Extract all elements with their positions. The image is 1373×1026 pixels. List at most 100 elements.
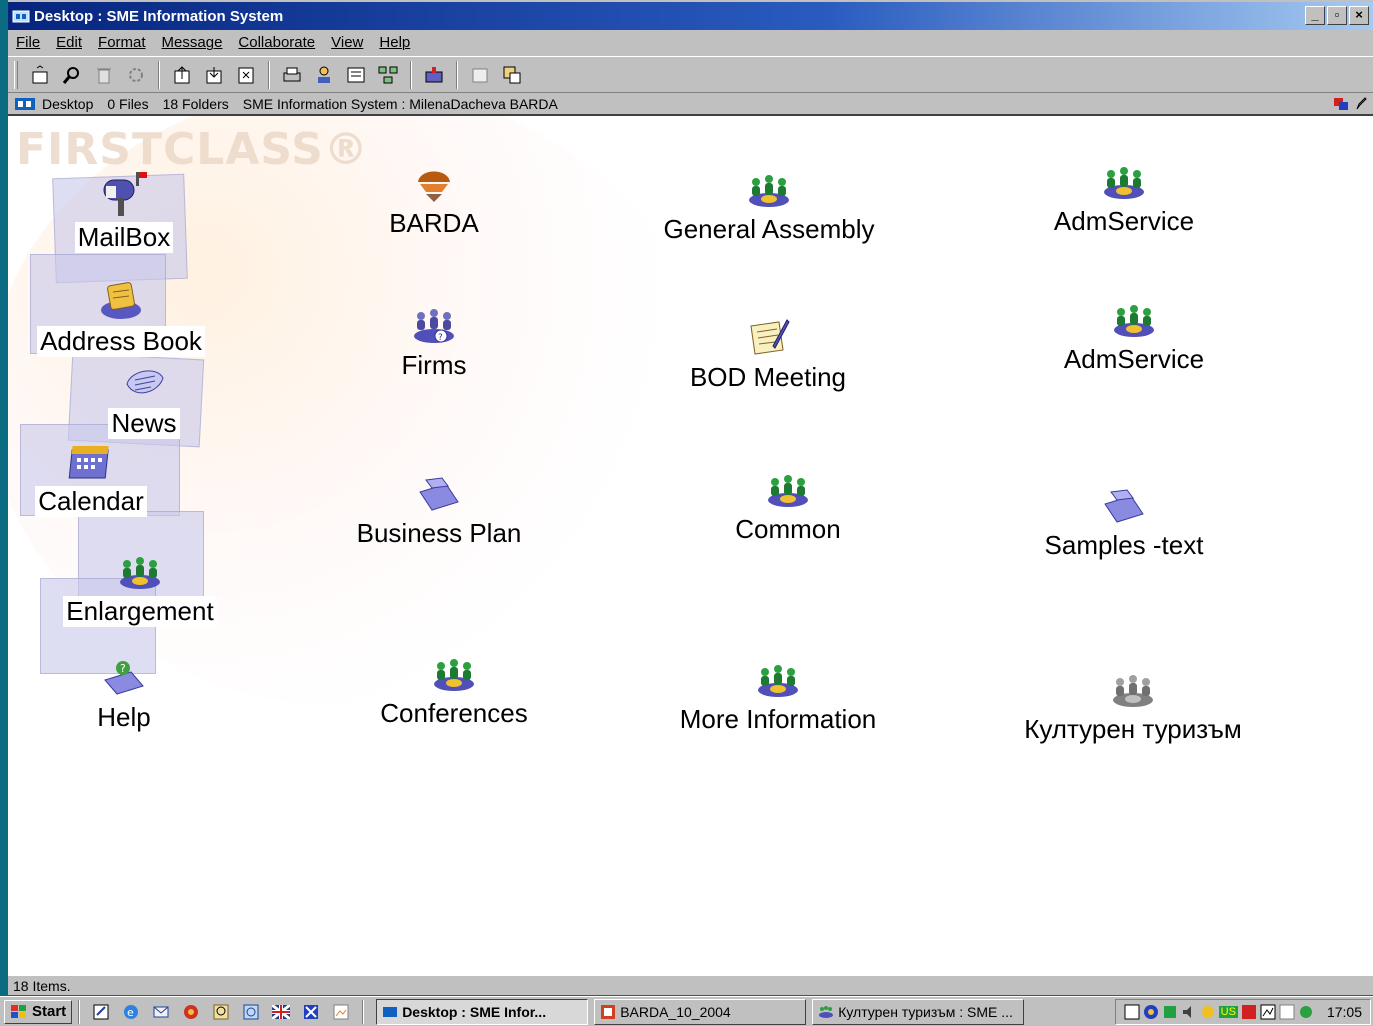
- help-item[interactable]: ? Help: [74, 658, 174, 733]
- user-icon[interactable]: [311, 62, 337, 88]
- clock[interactable]: 17:05: [1327, 1004, 1362, 1020]
- common-item[interactable]: Common: [688, 472, 888, 545]
- menu-help[interactable]: Help: [379, 34, 410, 51]
- general-assembly-item[interactable]: General Assembly: [644, 172, 894, 245]
- item-label: Help: [97, 702, 151, 732]
- tray-icon[interactable]: [1143, 1004, 1159, 1020]
- item-label: Common: [735, 514, 841, 544]
- history-icon[interactable]: [467, 62, 493, 88]
- online-icon[interactable]: [1333, 97, 1349, 111]
- toolbar-separator: [268, 60, 270, 89]
- find-icon[interactable]: [210, 1001, 232, 1023]
- network-icon[interactable]: [375, 62, 401, 88]
- trash-icon[interactable]: [91, 62, 117, 88]
- mailbox-item[interactable]: MailBox: [74, 172, 174, 253]
- search-icon[interactable]: [59, 62, 85, 88]
- toolbar-separator: [456, 60, 458, 89]
- server-user: SME Information System : MilenaDacheva B…: [242, 96, 558, 112]
- menu-format[interactable]: Format: [98, 34, 146, 51]
- toolbar-grip[interactable]: [14, 60, 18, 89]
- barda-item[interactable]: BARDA: [374, 164, 494, 239]
- media-player-icon[interactable]: [180, 1001, 202, 1023]
- conference-group-icon: [749, 175, 789, 207]
- calendar-item[interactable]: Calendar: [26, 442, 156, 517]
- language-indicator[interactable]: US: [1218, 1006, 1238, 1018]
- kulturen-turizam-item[interactable]: Културен туризъм: [998, 672, 1268, 745]
- admservice-item-2[interactable]: AdmService: [1034, 302, 1234, 375]
- tray-icon[interactable]: [1279, 1004, 1295, 1020]
- taskbar: Start e Desktop : SME Infor... BARDA_10_…: [0, 996, 1373, 1026]
- search-window-icon[interactable]: [240, 1001, 262, 1023]
- print-icon[interactable]: [279, 62, 305, 88]
- mailbox-tool-icon[interactable]: [421, 62, 447, 88]
- menu-bar: File Edit Format Message Collaborate Vie…: [8, 30, 1373, 55]
- taskbar-separator: [78, 999, 81, 1024]
- tray-icon[interactable]: [1124, 1004, 1140, 1020]
- attach-icon[interactable]: [499, 62, 525, 88]
- close-button[interactable]: ×: [1349, 6, 1369, 25]
- samples-text-item[interactable]: Samples -text: [1024, 484, 1224, 561]
- item-label: Enlargement: [63, 596, 217, 627]
- folder-icon: [1104, 489, 1144, 523]
- upload-icon[interactable]: [169, 62, 195, 88]
- network-app-icon[interactable]: [300, 1001, 322, 1023]
- desktop-icon: [383, 1006, 398, 1017]
- menu-file[interactable]: File: [16, 34, 40, 51]
- firms-group-icon: ?: [414, 309, 454, 343]
- calendar-icon: [68, 446, 109, 479]
- item-label: Културен туризъм: [1024, 714, 1242, 744]
- item-label: Calendar: [35, 486, 147, 517]
- edit-pencil-icon[interactable]: [1355, 97, 1367, 111]
- directory-icon[interactable]: [343, 62, 369, 88]
- news-item[interactable]: News: [94, 364, 194, 439]
- tray-icon[interactable]: [1241, 1004, 1257, 1020]
- task-label: Културен туризъм : SME ...: [838, 1003, 1013, 1020]
- more-information-item[interactable]: More Information: [658, 662, 898, 735]
- menu-message[interactable]: Message: [162, 34, 223, 51]
- enlargement-item[interactable]: Enlargement: [60, 554, 220, 627]
- menu-edit[interactable]: Edit: [56, 34, 82, 51]
- minimize-button[interactable]: _: [1305, 6, 1325, 25]
- notepad-icon[interactable]: [90, 1001, 112, 1023]
- restore-button[interactable]: ▫: [1327, 6, 1347, 25]
- tray-icon[interactable]: [1260, 1004, 1276, 1020]
- tray-icon[interactable]: [1298, 1004, 1314, 1020]
- menu-collaborate[interactable]: Collaborate: [238, 34, 315, 51]
- help-folder-icon: ?: [104, 661, 144, 695]
- item-label: Address Book: [37, 326, 205, 357]
- bod-meeting-item[interactable]: BOD Meeting: [668, 316, 868, 393]
- title-bar[interactable]: Desktop : SME Information System _ ▫ ×: [8, 2, 1373, 30]
- item-label: MailBox: [74, 222, 174, 253]
- download-icon[interactable]: [201, 62, 227, 88]
- conference-group-icon: [768, 475, 808, 507]
- start-button[interactable]: Start: [4, 999, 73, 1024]
- close-doc-icon[interactable]: [233, 62, 259, 88]
- meeting-notes-icon: [750, 319, 790, 355]
- tray-icon[interactable]: [1200, 1004, 1216, 1020]
- conference-group-icon: [758, 665, 798, 697]
- main-window: Desktop : SME Information System _ ▫ × F…: [8, 0, 1373, 995]
- task-kulturen[interactable]: Културен туризъм : SME ...: [812, 998, 1025, 1025]
- image-app-icon[interactable]: [330, 1001, 352, 1023]
- uk-flag-icon[interactable]: [270, 1001, 292, 1023]
- item-label: BOD Meeting: [689, 362, 847, 392]
- conference-group-icon: [434, 659, 474, 691]
- address-book-item[interactable]: Address Book: [26, 280, 216, 357]
- menu-view[interactable]: View: [331, 34, 363, 51]
- item-label: More Information: [679, 704, 877, 734]
- toolbar: [8, 56, 1373, 93]
- internet-explorer-icon[interactable]: e: [120, 1001, 142, 1023]
- new-folder-icon[interactable]: [27, 62, 53, 88]
- conferences-item[interactable]: Conferences: [364, 656, 544, 729]
- conference-group-icon: [1104, 167, 1144, 199]
- task-desktop[interactable]: Desktop : SME Infor...: [376, 998, 589, 1025]
- firms-item[interactable]: ? Firms: [374, 306, 494, 381]
- business-plan-item[interactable]: Business Plan: [344, 472, 534, 549]
- task-barda[interactable]: BARDA_10_2004: [594, 998, 807, 1025]
- item-label: Conferences: [380, 698, 528, 728]
- admservice-item-1[interactable]: AdmService: [1024, 164, 1224, 237]
- outlook-icon[interactable]: [150, 1001, 172, 1023]
- recycle-icon[interactable]: [123, 62, 149, 88]
- tray-icon[interactable]: [1162, 1004, 1178, 1020]
- speaker-icon[interactable]: [1181, 1004, 1197, 1020]
